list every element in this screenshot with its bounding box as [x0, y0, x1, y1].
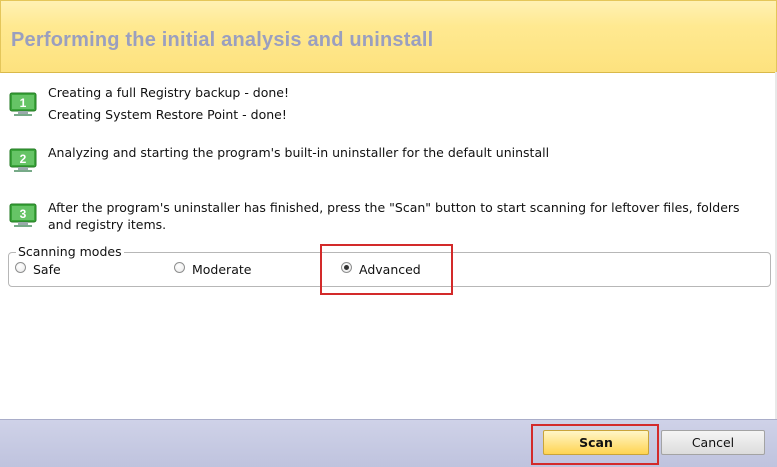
safe-radio-label[interactable]: Safe — [33, 262, 61, 277]
scan-highlight-box — [531, 424, 659, 465]
monitor-step-3-icon: 3 — [9, 203, 37, 227]
moderate-radio[interactable] — [174, 262, 185, 273]
step-3-text: After the program's uninstaller has fini… — [48, 199, 748, 233]
safe-radio[interactable] — [15, 262, 26, 273]
svg-text:3: 3 — [20, 207, 27, 221]
step-2-line-1: Analyzing and starting the program's bui… — [48, 145, 550, 160]
advanced-highlight-box — [320, 244, 453, 295]
monitor-step-2-icon: 2 — [9, 148, 37, 172]
moderate-radio-label[interactable]: Moderate — [192, 262, 251, 277]
monitor-step-1-icon: 1 — [9, 92, 37, 116]
header-banner: Performing the initial analysis and unin… — [0, 0, 777, 73]
step-1-line-2: Creating System Restore Point - done! — [48, 107, 287, 122]
scanning-modes-legend: Scanning modes — [16, 244, 124, 259]
svg-text:1: 1 — [20, 96, 27, 110]
step-2-text: Analyzing and starting the program's bui… — [48, 144, 549, 161]
cancel-button[interactable]: Cancel — [661, 430, 765, 455]
step-1-text: Creating a full Registry backup - done! … — [48, 84, 289, 123]
page-title: Performing the initial analysis and unin… — [11, 29, 434, 51]
step-3-line-1: After the program's uninstaller has fini… — [48, 200, 740, 232]
step-1-line-1: Creating a full Registry backup - done! — [48, 85, 290, 100]
svg-text:2: 2 — [20, 152, 27, 166]
